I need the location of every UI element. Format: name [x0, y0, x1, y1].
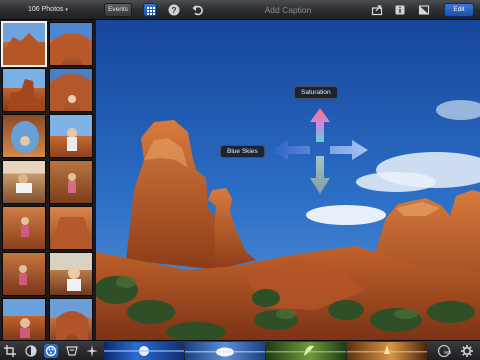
thumbnail-10[interactable]	[49, 206, 93, 250]
thumbnail-sidebar	[0, 20, 96, 340]
events-label: Events	[108, 6, 128, 13]
thumbnail-7[interactable]	[2, 160, 46, 204]
compare-icon[interactable]	[417, 3, 431, 17]
foliage-brush[interactable]	[266, 342, 346, 360]
gesture-arrows	[272, 108, 368, 194]
info-icon[interactable]	[393, 3, 407, 17]
arrow-left-icon	[272, 140, 310, 160]
thumbnail-14[interactable]	[49, 298, 93, 340]
exposure-icon[interactable]	[24, 344, 38, 358]
thumbnail-5[interactable]	[2, 114, 46, 158]
album-label: 106 Photos	[28, 6, 64, 13]
crop-icon[interactable]	[3, 344, 17, 358]
main-photo[interactable]: Saturation Blue Skies	[96, 20, 480, 340]
warm-brush[interactable]	[347, 342, 427, 360]
arrow-right-icon	[330, 140, 368, 160]
cloud-brush[interactable]	[185, 342, 265, 360]
brush-icon[interactable]	[65, 344, 79, 358]
thumbnail-4[interactable]	[49, 68, 93, 112]
top-toolbar: 106 Photos ▾ Events ? Add Caption Edit	[0, 0, 480, 20]
thumbnail-3[interactable]	[2, 68, 46, 112]
blue-skies-label: Blue Skies	[220, 145, 265, 158]
color-icon[interactable]	[44, 344, 58, 358]
caption-field[interactable]: Add Caption	[228, 0, 348, 20]
effects-icon[interactable]	[85, 344, 99, 358]
arrow-down-icon	[310, 156, 330, 194]
svg-text:?: ?	[172, 6, 177, 15]
thumbnail-2[interactable]	[49, 22, 93, 66]
wb-label: WB	[444, 350, 452, 355]
bottom-toolbar: WB	[0, 340, 480, 360]
thumbnail-9[interactable]	[2, 206, 46, 250]
help-icon[interactable]: ?	[167, 3, 181, 17]
thumbnail-11[interactable]	[2, 252, 46, 296]
thumbnail-12[interactable]	[49, 252, 93, 296]
thumbnail-13[interactable]	[2, 298, 46, 340]
edit-label: Edit	[453, 6, 465, 13]
undo-icon[interactable]	[191, 3, 205, 17]
edit-button[interactable]: Edit	[444, 3, 474, 17]
sky-brush[interactable]	[104, 342, 184, 360]
arrow-up-icon	[310, 108, 330, 142]
events-button[interactable]: Events	[104, 3, 132, 17]
thumbnail-1[interactable]	[1, 21, 47, 67]
grid-icon[interactable]	[143, 3, 157, 17]
white-balance-button[interactable]: WB	[437, 344, 451, 358]
gear-icon[interactable]	[460, 344, 474, 358]
album-button[interactable]: 106 Photos ▾	[2, 3, 88, 17]
thumbnail-6[interactable]	[49, 114, 93, 158]
share-icon[interactable]	[370, 3, 384, 17]
chevron-down-icon: ▾	[65, 7, 68, 13]
saturation-label: Saturation	[294, 86, 338, 99]
thumbnail-8[interactable]	[49, 160, 93, 204]
